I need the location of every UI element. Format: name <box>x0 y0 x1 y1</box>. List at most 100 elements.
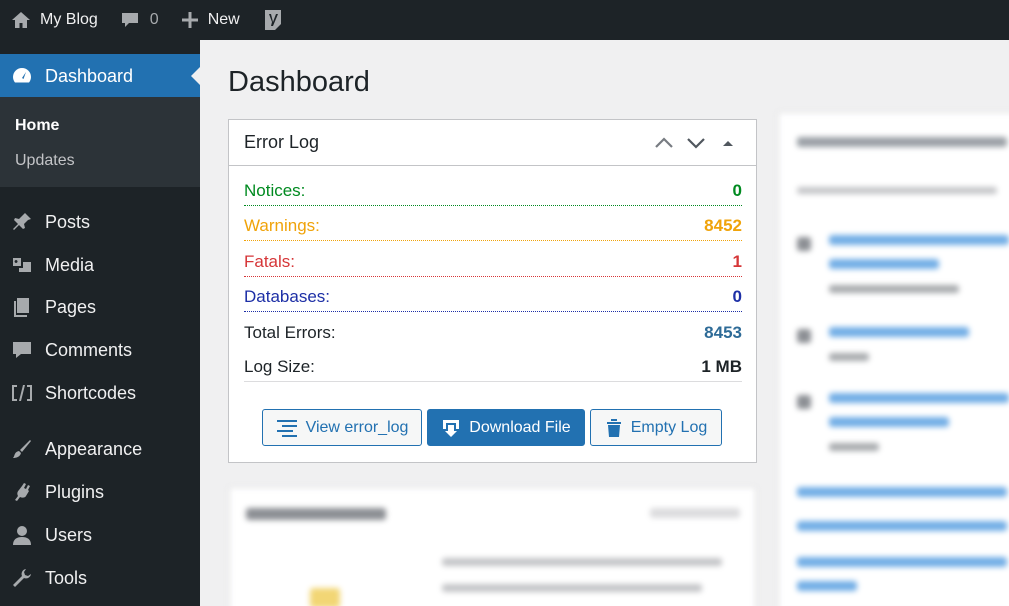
sidebar-item-label: Pages <box>45 296 97 317</box>
error-row-warnings: Warnings: 8452 <box>244 211 742 241</box>
row-label: Log Size: <box>244 357 315 376</box>
error-row-databases: Databases: 0 <box>244 282 742 312</box>
background-widget-bottom <box>229 487 756 606</box>
user-icon <box>10 523 34 547</box>
blurred-line <box>797 329 811 343</box>
download-file-button[interactable]: Download File <box>427 409 585 446</box>
caret-up-icon <box>723 141 733 146</box>
comments-link[interactable]: 0 <box>109 0 170 40</box>
sidebar-item-label: Dashboard <box>45 65 134 86</box>
button-label: Empty Log <box>630 418 708 436</box>
text-lines-icon <box>276 419 297 437</box>
chevron-down-icon <box>687 138 705 149</box>
blurred-line <box>797 137 1007 147</box>
blurred-line <box>246 508 386 520</box>
blurred-line <box>797 581 857 591</box>
plugin-icon <box>10 480 34 504</box>
background-widget-right <box>778 112 1009 606</box>
admin-bar: My Blog 0 New <box>0 0 1009 40</box>
sidebar-item-comments[interactable]: Comments <box>0 330 200 370</box>
row-label: Databases: <box>244 287 330 306</box>
row-label: Fatals: <box>244 252 296 271</box>
blurred-line <box>310 588 340 606</box>
dashboard-icon <box>10 64 34 88</box>
error-row-notices: Notices: 0 <box>244 176 742 206</box>
blurred-line <box>797 395 811 409</box>
brush-icon <box>10 437 34 461</box>
blurred-line <box>797 521 1007 531</box>
blurred-line <box>829 443 879 451</box>
blurred-line <box>797 487 1007 497</box>
wrench-icon <box>10 566 34 590</box>
sidebar-item-pages[interactable]: Pages <box>0 287 200 327</box>
sidebar-item-posts[interactable]: Posts <box>0 202 200 242</box>
row-label: Total Errors: <box>244 323 336 342</box>
row-label: Warnings: <box>244 216 320 235</box>
new-content-link[interactable]: New <box>170 0 251 40</box>
comment-icon <box>10 338 34 362</box>
home-icon <box>12 12 30 28</box>
page-title: Dashboard <box>228 66 370 98</box>
pages-icon <box>10 295 34 319</box>
button-label: Download File <box>469 418 571 436</box>
download-icon <box>443 419 460 437</box>
blurred-line <box>442 584 702 592</box>
blurred-line <box>829 235 1009 245</box>
widget-title: Error Log <box>244 132 320 152</box>
sidebar-item-label: Appearance <box>45 438 143 459</box>
blurred-line <box>829 259 939 269</box>
empty-log-button[interactable]: Empty Log <box>590 409 722 446</box>
sidebar-item-plugins[interactable]: Plugins <box>0 472 200 512</box>
error-row-fatals: Fatals: 1 <box>244 247 742 277</box>
blurred-line <box>797 187 997 194</box>
site-name-link[interactable]: My Blog <box>0 0 109 40</box>
row-value: 8453 <box>704 323 742 342</box>
blurred-line <box>829 285 959 293</box>
sidebar-item-users[interactable]: Users <box>0 515 200 555</box>
move-up-button[interactable] <box>648 132 680 154</box>
row-label: Notices: <box>244 181 306 200</box>
sidebar-item-media[interactable]: Media <box>0 245 200 285</box>
site-name: My Blog <box>40 11 98 28</box>
trash-icon <box>606 418 621 437</box>
submenu-item-home[interactable]: Home <box>15 117 59 135</box>
chevron-up-icon <box>655 137 673 148</box>
blurred-line <box>829 327 969 337</box>
dashboard-submenu: Home Updates <box>0 97 200 187</box>
blurred-line <box>650 508 740 518</box>
plus-icon <box>181 12 198 28</box>
error-row-total: Total Errors: 8453 <box>244 317 742 347</box>
error-log-widget: Error Log Notices: 0 Warnings: 8452 Fata… <box>228 119 757 463</box>
blurred-line <box>829 353 869 361</box>
active-indicator <box>191 67 200 85</box>
admin-sidebar: Dashboard Home Updates Posts Media Pages… <box>0 40 200 606</box>
submenu-item-updates[interactable]: Updates <box>15 152 75 170</box>
yoast-link[interactable] <box>251 0 295 40</box>
sidebar-item-appearance[interactable]: Appearance <box>0 429 200 469</box>
yoast-icon <box>264 10 281 30</box>
sidebar-item-label: Posts <box>45 211 91 232</box>
blurred-line <box>797 237 811 251</box>
comments-count: 0 <box>149 11 159 28</box>
new-label: New <box>207 11 240 28</box>
error-row-log-size: Log Size: 1 MB <box>244 352 742 382</box>
move-down-button[interactable] <box>680 132 712 154</box>
widget-controls <box>648 132 744 154</box>
sidebar-item-label: Plugins <box>45 481 105 502</box>
row-value: 0 <box>732 287 742 306</box>
blurred-line <box>442 558 722 566</box>
sidebar-item-label: Tools <box>45 567 88 588</box>
sidebar-item-shortcodes[interactable]: Shortcodes <box>0 373 200 413</box>
sidebar-item-label: Users <box>45 524 93 545</box>
sidebar-item-dashboard[interactable]: Dashboard <box>0 54 200 98</box>
row-value: 1 <box>732 252 742 271</box>
sidebar-item-tools[interactable]: Tools <box>0 558 200 598</box>
blurred-line <box>797 557 1007 567</box>
view-error-log-button[interactable]: View error_log <box>262 409 422 446</box>
button-label: View error_log <box>305 418 409 436</box>
blurred-line <box>829 417 949 427</box>
row-value: 0 <box>732 181 742 200</box>
pin-icon <box>10 210 34 234</box>
media-icon <box>10 253 34 277</box>
collapse-toggle-button[interactable] <box>712 132 744 154</box>
